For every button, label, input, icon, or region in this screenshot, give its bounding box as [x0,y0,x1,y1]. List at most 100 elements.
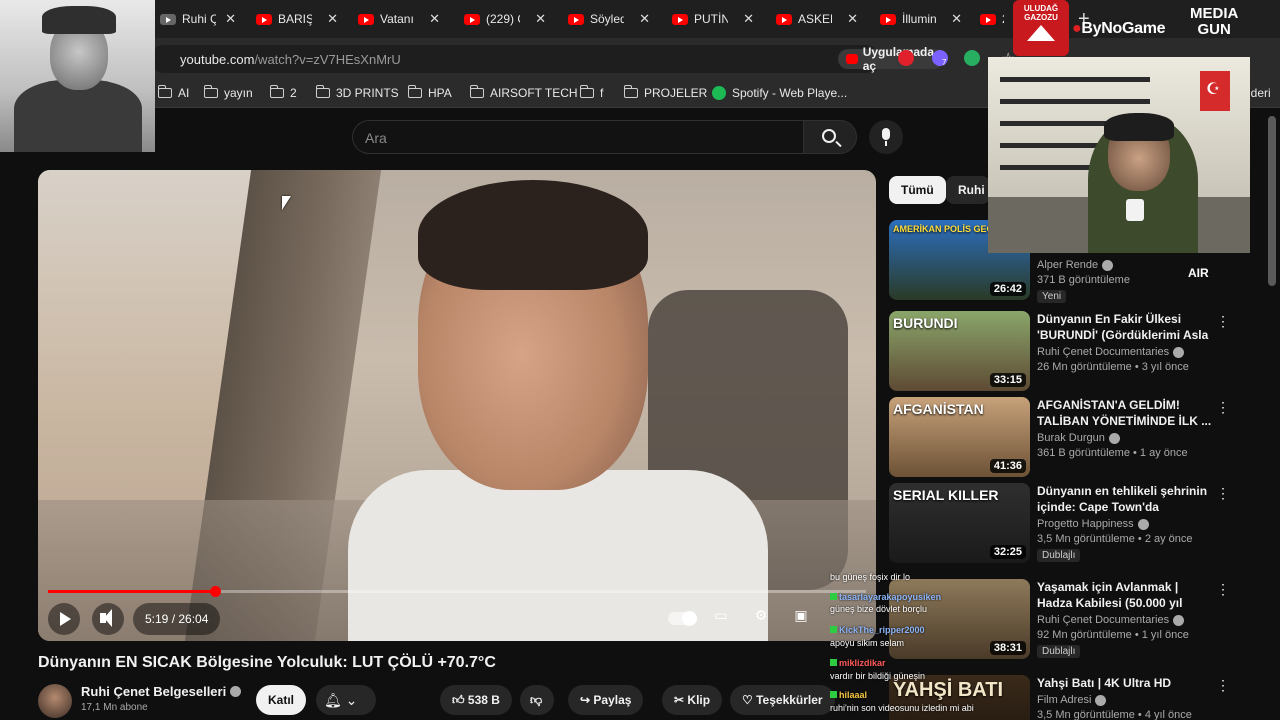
subscriber-count: 17,1 Mn abone [81,702,148,713]
browser-tab[interactable]: PUTİN' ✕ [664,4,760,34]
extension-icon[interactable]: 7 [932,50,948,67]
video-thumbnail[interactable]: BURUNDI 33:15 [889,311,1030,391]
bookmark-folder[interactable]: 3D PRINTS [315,85,399,100]
search-button[interactable] [803,120,857,154]
browser-tab[interactable]: Ruhi Çe ✕ [152,4,242,34]
more-options-icon[interactable]: ⋮ [1216,581,1230,598]
spotify-icon [712,86,726,100]
chat-line: güneş bize dövlet borçlu [830,604,927,615]
recommendation-title[interactable]: AFGANİSTAN'A GELDİM! TALİBAN YÖNETİMİNDE… [1037,397,1215,429]
like-button[interactable]: 👍︎ 538 B [440,685,512,715]
turkish-flag-icon [1200,71,1230,111]
close-tab-icon[interactable]: ✕ [535,11,546,27]
browser-tab[interactable]: ASKER ✕ [768,4,864,34]
bookmark-folder[interactable]: AIRSOFT TECH [469,85,578,100]
recommendation-title[interactable]: Dünyanın En Fakir Ülkesi 'BURUNDİ' (Görd… [1037,311,1215,343]
chip-all[interactable]: Tümü [889,176,946,204]
verified-icon [1095,694,1107,706]
clip-button[interactable]: ✂ Klip [662,685,723,715]
volume-button[interactable] [92,603,124,635]
sponsor-mediagun-line1: MEDIA [1190,5,1239,22]
bookmark-label: yayın [224,86,253,100]
more-options-icon[interactable]: ⋮ [1216,399,1230,416]
close-tab-icon[interactable]: ✕ [429,11,440,27]
recommendation-title[interactable]: Yaşamak için Avlanmak | Hadza Kabilesi (… [1037,579,1215,611]
bookmark-folder[interactable]: AI [157,85,189,100]
portrait-uniform [14,80,142,152]
close-tab-icon[interactable]: ✕ [951,11,962,27]
bookmark-folder[interactable]: PROJELER [623,85,707,100]
extension-icon[interactable] [898,50,914,66]
bookmark-folder[interactable]: yayın [203,85,253,100]
dislike-button[interactable]: 👎︎ [520,685,554,715]
browser-tab[interactable]: Vatanın ✕ [350,4,446,34]
more-options-icon[interactable]: ⋮ [1216,485,1230,502]
chat-line: vardır bir bildiği güneşin [830,671,925,682]
search-input[interactable]: Ara [352,120,804,154]
browser-tab[interactable]: 20 [972,4,1012,34]
bookmark-spotify[interactable]: Spotify - Web Playe... [712,86,847,100]
video-frame-shirt [348,470,768,641]
bookmark-label: f [600,86,604,100]
video-progress-bar[interactable] [48,590,866,593]
address-bar[interactable]: youtube.com/watch?v=zV7HEsXnMrU Uygulama… [150,45,1015,73]
more-options-icon[interactable]: ⋮ [1216,677,1230,694]
folder-icon [203,85,218,98]
channel-name: Ruhi Çenet Documentaries [1037,614,1170,626]
tab-label: 20 [1002,12,1004,26]
voice-search-button[interactable] [869,120,903,154]
youtube-favicon-icon [880,13,896,25]
extension-icon[interactable] [964,50,980,66]
bookmark-folder[interactable]: 2 [269,85,297,100]
recommendation-meta: 92 Mn görüntüleme • 1 yıl önce [1037,629,1189,641]
bookmark-label: 2 [290,86,297,100]
autoplay-toggle[interactable] [668,611,697,626]
bookmark-folder[interactable]: HPA [407,85,452,100]
browser-tab[interactable]: (229) O ✕ [456,4,552,34]
search-icon [822,129,836,143]
close-tab-icon[interactable]: ✕ [743,11,754,27]
captions-icon[interactable]: ▭ [709,607,733,629]
close-tab-icon[interactable]: ✕ [327,11,338,27]
webcam-overlay [988,57,1250,253]
browser-tab[interactable]: BARIŞ P ✕ [248,4,344,34]
bookmark-more[interactable]: lderi [1248,86,1271,100]
video-thumbnail[interactable]: SERIAL KILLER 32:25 [889,483,1030,563]
close-tab-icon[interactable]: ✕ [225,11,236,27]
recommendation-item[interactable]: SERIAL KILLER 32:25 Dünyanın en tehlikeli… [889,483,1230,563]
browser-tab[interactable]: Söyledi ✕ [560,4,656,34]
more-options-icon[interactable]: ⋮ [1216,313,1230,330]
play-button[interactable] [48,603,80,635]
thanks-button[interactable]: ♡ Teşekkürler [730,685,835,715]
join-button[interactable]: Katıl [256,685,306,715]
browser-tab[interactable]: İllumin ✕ [872,4,968,34]
channel-name-link[interactable]: Ruhi Çenet Belgeselleri [81,684,242,699]
progress-scrubber[interactable] [209,586,221,597]
recommendation-item[interactable]: AFGANİSTAN 41:36 AFGANİSTAN'A GELDİM! TAL… [889,397,1230,477]
channel-avatar[interactable] [38,684,72,718]
views: 3,5 Mn görüntüleme [1037,533,1135,545]
close-tab-icon[interactable]: ✕ [847,11,858,27]
open-in-app-button[interactable]: Uygulamada aç [838,45,945,73]
settings-gear-icon[interactable]: ⚙ [749,607,773,629]
like-count: 538 B [467,693,500,707]
chip-channel[interactable]: Ruhi Ç [946,176,990,204]
notification-bell-button[interactable]: 🔔︎ ⌄ [316,685,376,715]
miniplayer-icon[interactable]: ▣ [789,607,813,629]
page-scrollbar[interactable] [1268,116,1276,286]
recommendation-item[interactable]: BURUNDI 33:15 Dünyanın En Fakir Ülkesi 'B… [889,311,1230,391]
recommendation-title[interactable]: Dünyanın en tehlikeli şehrinin içinde: C… [1037,483,1215,515]
tab-label: (229) O [486,12,520,26]
thanks-label: Teşekkürler [756,693,823,707]
video-thumbnail[interactable]: AFGANİSTAN 41:36 [889,397,1030,477]
share-button[interactable]: ↪ Paylaş [568,685,644,715]
close-tab-icon[interactable]: ✕ [639,11,650,27]
recommendation-title[interactable]: Yahşi Batı | 4K Ultra HD [1037,675,1215,691]
clip-label: Klip [687,693,711,707]
recommendation-meta: 361 B görüntüleme • 1 ay önce [1037,447,1188,459]
bookmark-folder[interactable]: f [579,85,604,100]
folder-icon [469,85,484,98]
chat-message: ruhi'nin son videosunu izledin mi abi [830,703,974,713]
recommendation-channel: Progetto Happiness [1037,518,1215,530]
video-player[interactable] [38,170,876,641]
